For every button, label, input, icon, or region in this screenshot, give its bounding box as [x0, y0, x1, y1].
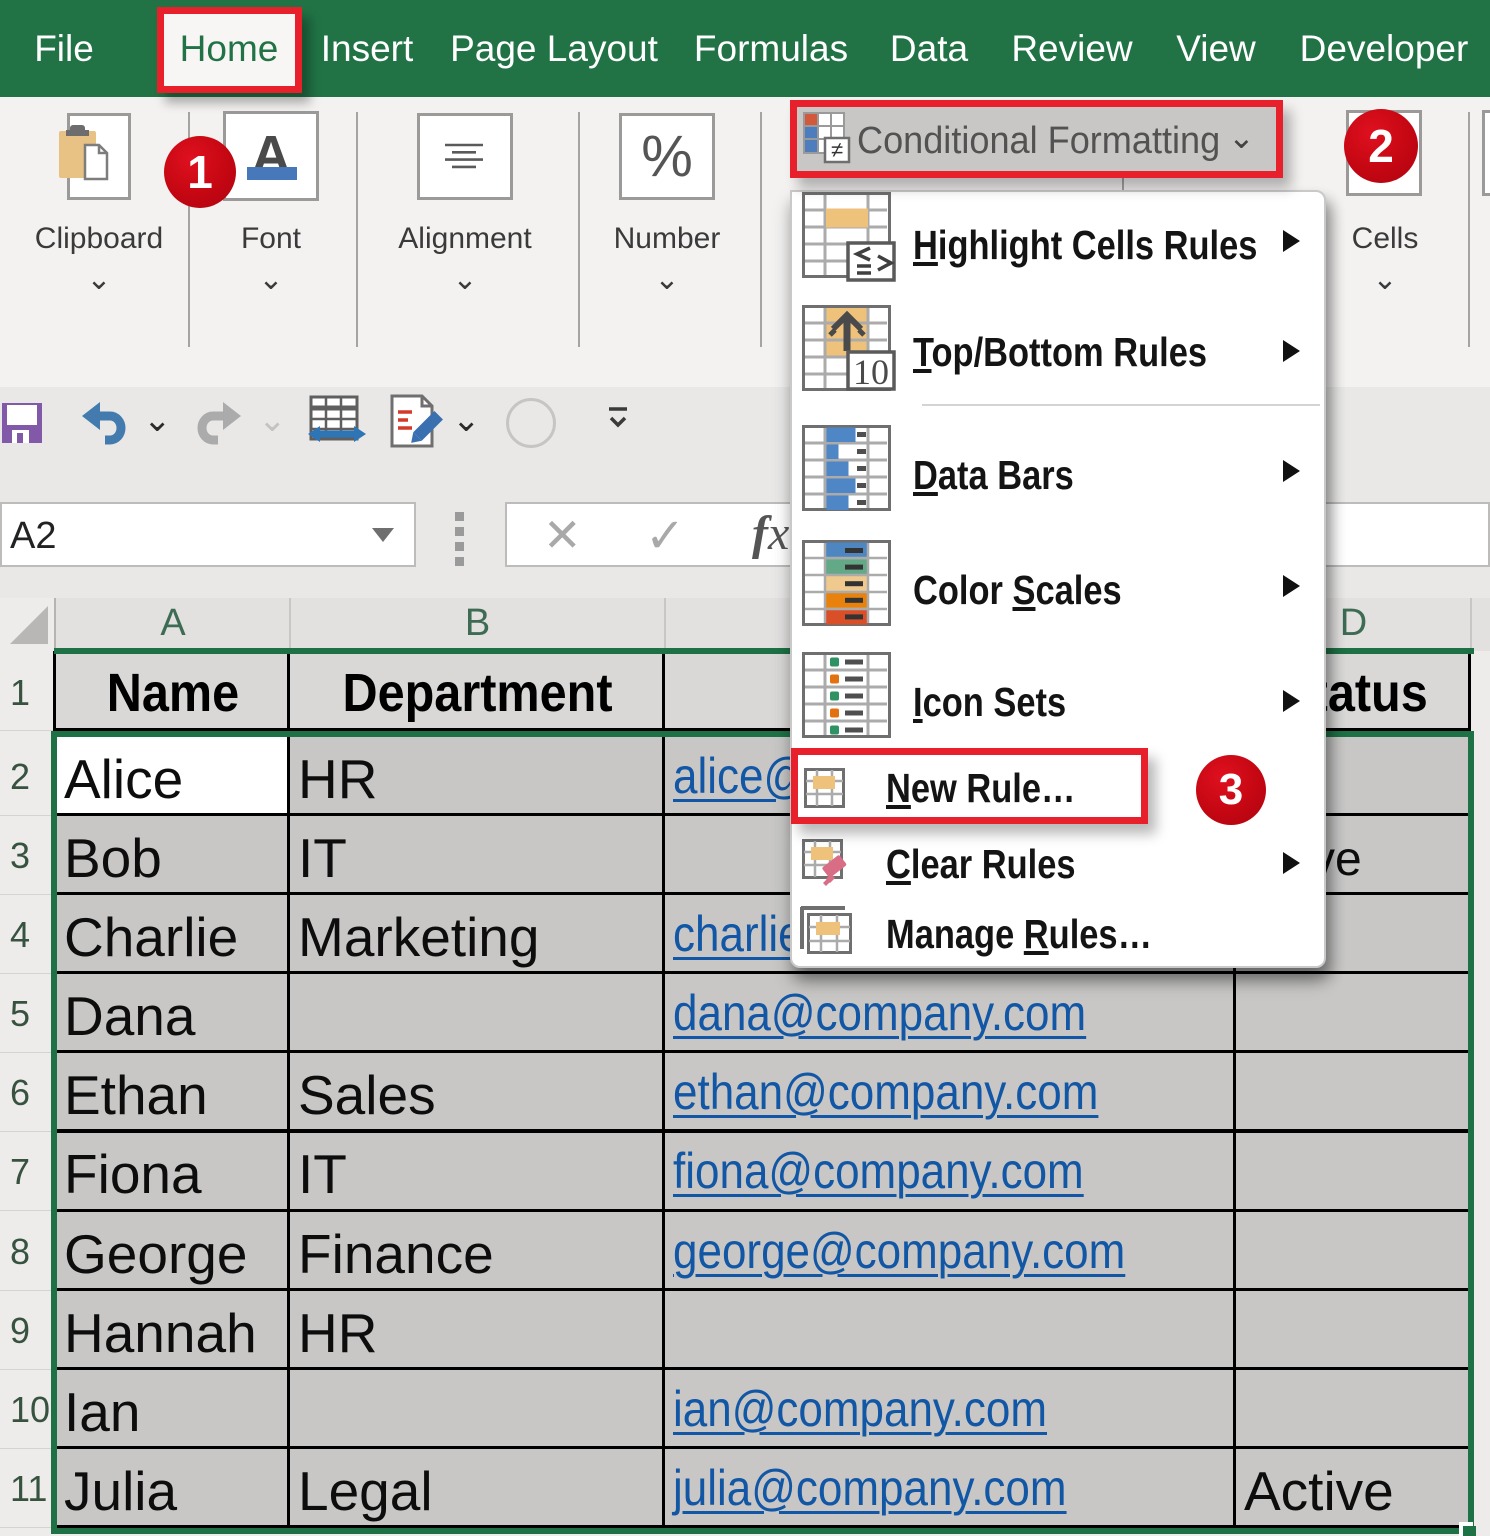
svg-text:10: 10: [853, 352, 889, 392]
svg-text:≠: ≠: [831, 137, 843, 162]
